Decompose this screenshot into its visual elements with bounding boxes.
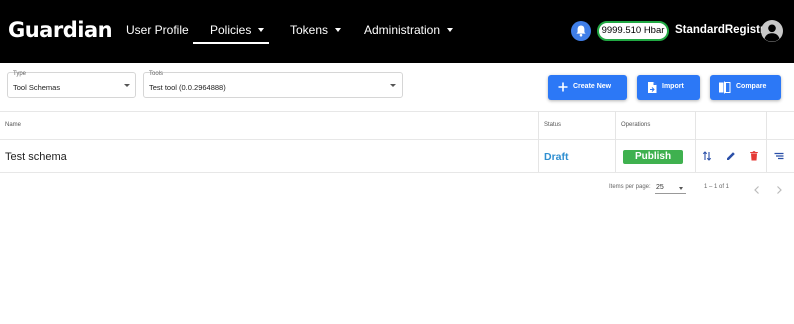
create-new-button[interactable]: Create New [548,75,627,100]
tools-select[interactable]: Tools Test tool (0.0.2964888) [143,71,403,98]
username-label[interactable]: StandardRegistry [675,24,771,36]
nav-tokens-label: Tokens [290,23,329,37]
table-row[interactable]: Test schema Draft Publish [0,140,794,173]
type-select[interactable]: Type Tool Schemas [7,71,136,98]
table-header: Name Status Operations [0,111,794,140]
edit-icon[interactable] [725,150,737,162]
delete-icon[interactable] [748,150,760,162]
balance-badge: 9999.510 Hbar [597,21,669,41]
tools-select-value: Test tool (0.0.2964888) [149,83,226,92]
next-page-icon[interactable] [774,185,784,195]
page-size-select[interactable]: 25 [655,181,686,194]
nav-policies-label: Policies [210,23,252,37]
column-header-name[interactable]: Name [5,122,21,128]
app-logo[interactable]: Guardian [8,18,113,42]
file-import-icon [648,82,657,93]
create-new-label: Create New [573,83,612,90]
compare-button[interactable]: Compare [710,75,781,100]
tools-select-label: Tools [149,71,164,77]
caret-down-icon [447,27,454,32]
dropdown-arrow-icon [679,187,683,190]
publish-button[interactable]: Publish [623,150,683,164]
column-header-operations[interactable]: Operations [621,122,650,128]
active-nav-indicator [193,42,269,44]
nav-user-profile[interactable]: User Profile [126,23,189,37]
nav-administration[interactable]: Administration [364,23,454,37]
schema-toolbar: Type Tool Schemas Tools Test tool (0.0.2… [0,63,794,111]
top-navigation-bar: Guardian User Profile Policies Tokens Ad… [0,0,794,63]
dropdown-arrow-icon [124,84,130,87]
schema-status: Draft [544,151,569,163]
plus-icon [558,82,568,92]
type-select-label: Type [13,71,27,77]
nav-policies[interactable]: Policies [210,23,265,37]
import-label: Import [662,83,684,90]
page-size-value: 25 [656,184,664,191]
account-menu-button[interactable] [761,20,783,42]
column-header-status[interactable]: Status [544,122,561,128]
sort-arrows-icon[interactable] [701,150,713,162]
items-per-page-label: Items per page: [609,184,651,190]
nav-user-profile-label: User Profile [126,23,189,37]
compare-label: Compare [736,83,767,90]
account-circle-icon [764,24,780,42]
page-range-label: 1 – 1 of 1 [704,184,730,190]
import-button[interactable]: Import [637,75,700,100]
schema-name: Test schema [5,151,67,163]
caret-down-icon [258,27,265,32]
notifications-button[interactable] [571,21,591,41]
nav-tokens[interactable]: Tokens [290,23,342,37]
nav-administration-label: Administration [364,23,441,37]
compare-icon [719,81,731,94]
dropdown-arrow-icon [390,84,396,87]
caret-down-icon [335,27,342,32]
previous-page-icon[interactable] [752,185,762,195]
bell-icon [576,25,586,37]
menu-list-icon[interactable] [773,150,785,162]
type-select-value: Tool Schemas [13,83,61,92]
